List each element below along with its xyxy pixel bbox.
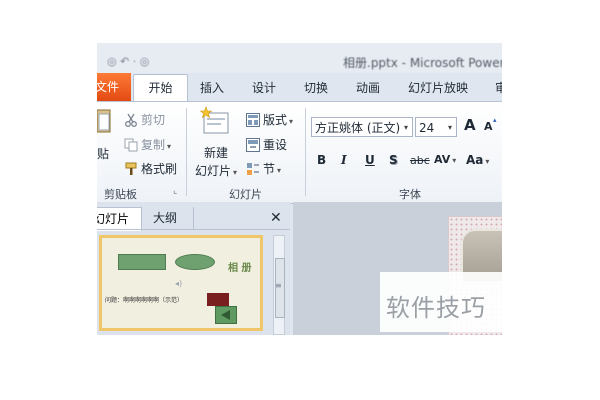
thumb-title: 相 册: [228, 263, 252, 274]
thumb-image: [207, 293, 229, 306]
group-separator: [305, 108, 306, 196]
strikethrough-button[interactable]: abc: [410, 154, 430, 167]
format-painter-button[interactable]: 格式刷: [141, 160, 177, 177]
font-group-label: 字体: [399, 188, 421, 201]
tab-review[interactable]: 审: [495, 79, 502, 96]
pane-tab-underline: [97, 229, 290, 230]
copy-dropdown-icon[interactable]: ▾: [167, 142, 171, 151]
tab-home[interactable]: 开始: [133, 74, 188, 102]
tab-file[interactable]: 文件: [97, 73, 131, 101]
tab-slideshow[interactable]: 幻灯片放映: [408, 79, 468, 96]
thumb-rectangle-shape: [118, 254, 166, 270]
font-size-dropdown-icon[interactable]: ▾: [448, 118, 452, 138]
copy-button[interactable]: 复制 ▾: [141, 136, 171, 153]
cut-icon[interactable]: [124, 112, 138, 131]
font-family-dropdown-icon[interactable]: ▾: [404, 118, 408, 138]
shrink-font-button[interactable]: A: [484, 120, 493, 133]
section-icon[interactable]: [246, 161, 260, 180]
shadow-button[interactable]: S: [389, 153, 398, 167]
grow-font-button[interactable]: A: [464, 116, 476, 134]
font-size-select[interactable]: 24 ▾: [415, 117, 457, 137]
thumb-back-button-shape: [215, 306, 237, 324]
reset-button[interactable]: 重设: [263, 136, 287, 153]
change-case-dropdown-icon[interactable]: ▾: [485, 157, 489, 166]
copy-icon[interactable]: [124, 137, 138, 156]
window-title: 相册.pptx - Microsoft PowerPoint: [343, 56, 502, 70]
layout-dropdown-icon[interactable]: ▾: [289, 117, 293, 126]
thumb-caption: 问题：啊啊啊啊啊啊（示范）: [105, 297, 184, 304]
section-button[interactable]: 节 ▾: [263, 160, 281, 177]
tab-design[interactable]: 设计: [252, 79, 276, 96]
pane-scrollbar[interactable]: ≡: [273, 235, 285, 335]
change-case-button[interactable]: Aa ▾: [466, 153, 489, 167]
character-spacing-dropdown-icon[interactable]: ▾: [452, 156, 456, 165]
close-pane-icon[interactable]: ✕: [270, 208, 282, 229]
new-slide-dropdown-icon[interactable]: ▾: [233, 168, 237, 177]
scrollbar-grip-icon: ≡: [275, 281, 282, 290]
ribbon-tab-row: 文件 开始 插入 设计 切换 动画 幻灯片放映 审: [97, 73, 502, 102]
grow-shrink-arrows-icon: ▴: [493, 116, 497, 124]
bold-button[interactable]: B: [317, 153, 326, 167]
font-family-value: 方正姚体 (正文): [315, 121, 401, 135]
layout-icon[interactable]: [246, 112, 260, 131]
font-family-select[interactable]: 方正姚体 (正文) ▾: [311, 117, 413, 137]
new-slide-icon[interactable]: [199, 106, 230, 140]
new-slide-button[interactable]: 幻灯片 ▾: [195, 162, 237, 179]
tab-animations[interactable]: 动画: [356, 79, 380, 96]
slides-outline-pane: 幻灯片 大纲 ✕ 相 册 ◂) 问题：啊啊啊啊啊啊（示范） ≡: [97, 202, 290, 335]
clipboard-group-label: 剪贴板: [104, 188, 137, 201]
tab-transitions[interactable]: 切换: [304, 79, 328, 96]
tab-outline-pane[interactable]: 大纲: [153, 208, 177, 229]
quick-access-toolbar[interactable]: ◎ ↶ · ◎: [107, 55, 149, 68]
slides-group-label: 幻灯片: [229, 188, 262, 201]
paste-button[interactable]: 贴: [97, 145, 109, 162]
group-separator: [186, 108, 187, 196]
watermark-text: 软件技巧: [386, 294, 486, 322]
section-dropdown-icon[interactable]: ▾: [277, 166, 281, 175]
reset-icon[interactable]: [246, 137, 260, 156]
slide-thumbnail-1[interactable]: 相 册 ◂) 问题：啊啊啊啊啊啊（示范）: [99, 235, 263, 331]
layout-button[interactable]: 版式 ▾: [263, 111, 293, 128]
tab-insert[interactable]: 插入: [200, 79, 224, 96]
format-painter-icon[interactable]: [124, 161, 138, 180]
ribbon: 贴 剪切 复制 ▾ 格式刷 剪贴板 ⌞ 新建 幻灯片 ▾ 版式 ▾ 重设 节 ▾…: [97, 101, 502, 204]
underline-button[interactable]: U: [365, 153, 375, 167]
clipboard-launcher-icon[interactable]: ⌞: [173, 186, 177, 196]
italic-button[interactable]: I: [341, 153, 347, 167]
title-bar: ◎ ↶ · ◎ 相册.pptx - Microsoft PowerPoint: [97, 43, 502, 73]
pane-tab-divider: [193, 207, 194, 230]
cut-button[interactable]: 剪切: [141, 111, 165, 128]
tab-slides-pane[interactable]: 幻灯片: [97, 207, 142, 231]
thumb-oval-shape: [175, 254, 215, 270]
thumb-speaker-icon: ◂): [175, 279, 183, 288]
new-slide-button-line1[interactable]: 新建: [204, 144, 228, 161]
font-size-value: 24: [419, 121, 435, 135]
character-spacing-button[interactable]: AV ▾: [434, 153, 456, 166]
paste-icon[interactable]: [97, 108, 111, 134]
